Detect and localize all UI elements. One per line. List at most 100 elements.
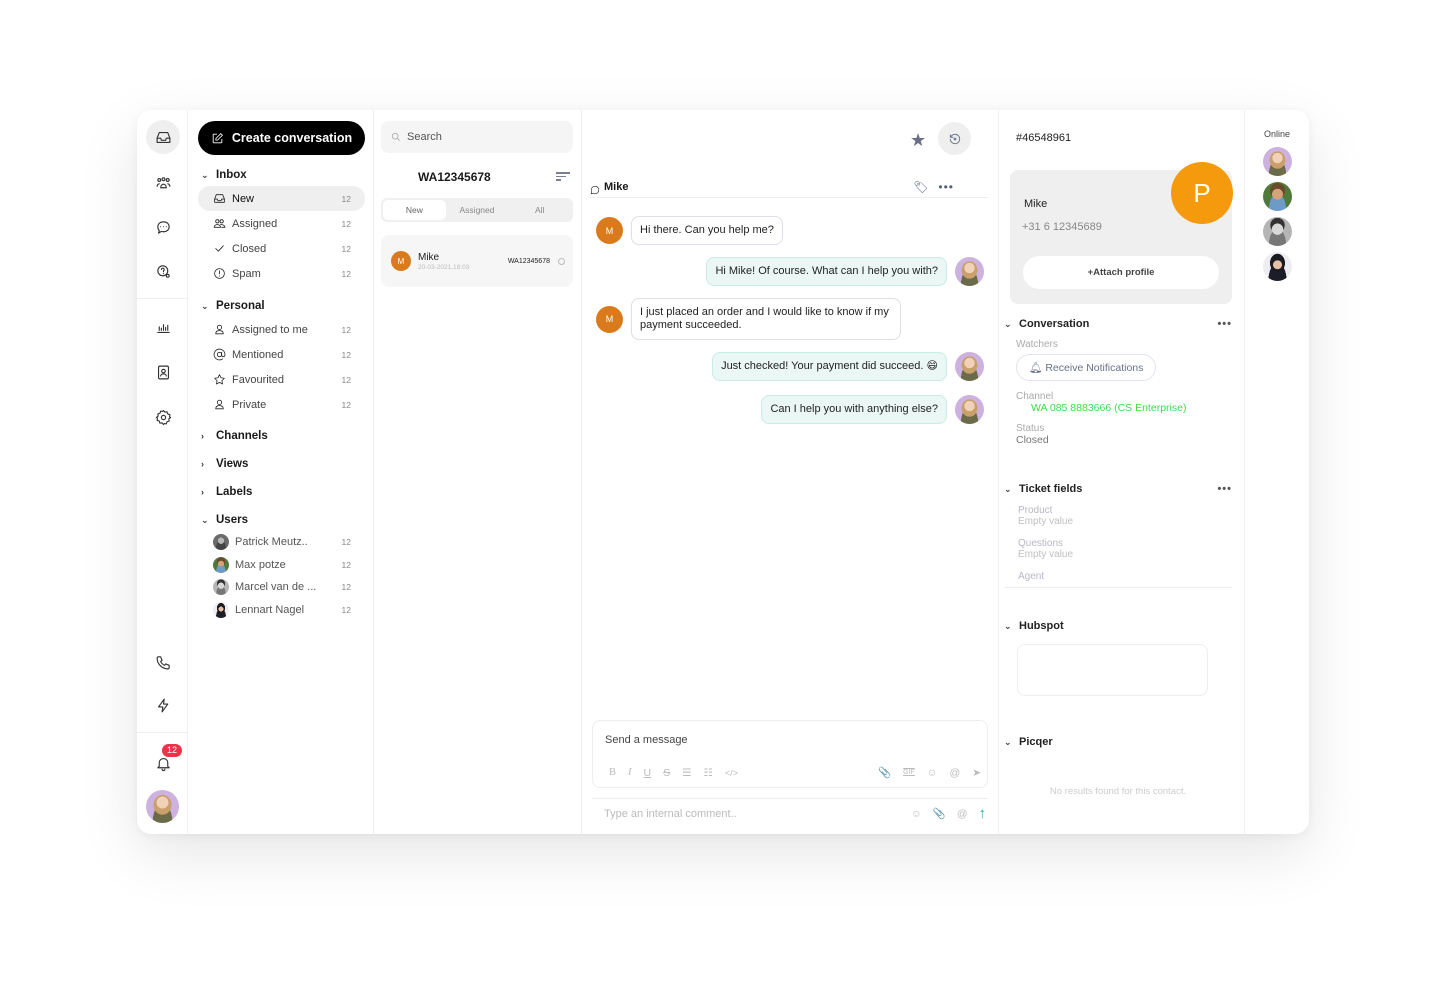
sort-icon[interactable] xyxy=(556,172,570,182)
conversation-header[interactable]: ⌄ Conversation ••• xyxy=(1004,316,1232,332)
users-icon xyxy=(212,217,226,231)
tab-all[interactable]: All xyxy=(508,200,571,220)
mention-icon[interactable]: @ xyxy=(957,808,968,820)
app-window: 12 Create conversation ⌄ Inbox New 12 As… xyxy=(137,110,1309,834)
code-icon[interactable]: </> xyxy=(725,768,738,778)
users-header[interactable]: ⌄ Users xyxy=(198,509,365,531)
online-user-avatar[interactable] xyxy=(1262,252,1292,281)
sidebar-item-favourited[interactable]: Favourited 12 xyxy=(198,367,365,392)
sidebar-item-closed[interactable]: Closed 12 xyxy=(198,236,365,261)
chevron-down-icon: ⌄ xyxy=(1004,483,1012,494)
help-settings-icon[interactable] xyxy=(146,254,180,288)
reports-icon[interactable] xyxy=(146,310,180,344)
create-conversation-label: Create conversation xyxy=(231,131,353,145)
online-user-avatar[interactable] xyxy=(1262,147,1292,176)
field-label: Agent xyxy=(1018,571,1045,582)
online-user-avatar[interactable] xyxy=(1262,182,1292,211)
views-section: › Views xyxy=(198,453,365,475)
user-count: 12 xyxy=(341,582,351,593)
mention-icon[interactable]: @ xyxy=(950,767,961,779)
inbox-icon[interactable] xyxy=(146,120,180,154)
sidebar: Create conversation ⌄ Inbox New 12 Assig… xyxy=(188,110,374,834)
channels-header[interactable]: › Channels xyxy=(198,425,365,447)
numbered-list-icon[interactable]: ☷ xyxy=(704,767,713,779)
message-input[interactable]: Send a message xyxy=(593,721,987,746)
history-button[interactable] xyxy=(938,122,971,155)
user-avatar xyxy=(213,556,229,573)
internal-comment-input[interactable]: Type an internal comment.. xyxy=(604,808,911,820)
attachment-icon[interactable]: 📎 xyxy=(878,766,891,779)
sms-icon[interactable] xyxy=(146,210,180,244)
attach-profile-button[interactable]: +Attach profile xyxy=(1023,256,1219,289)
sidebar-item-new[interactable]: New 12 xyxy=(198,186,365,211)
message-incoming: M I just placed an order and I would lik… xyxy=(596,298,901,340)
conversation-name: Mike xyxy=(418,251,440,263)
more-options-icon[interactable]: ••• xyxy=(1217,483,1232,495)
sidebar-user-item[interactable]: Patrick Meutz.. 12 xyxy=(198,531,365,554)
inbox-section: ⌄ Inbox New 12 Assigned 12 Closed 12 Spa… xyxy=(198,164,365,286)
ticket-fields-header[interactable]: ⌄ Ticket fields ••• xyxy=(1004,481,1232,497)
more-options-icon[interactable]: ••• xyxy=(1217,318,1232,330)
receive-notifications-button[interactable]: 🔔︎ Receive Notifications xyxy=(1016,354,1157,381)
star-icon[interactable]: ★ xyxy=(910,130,926,151)
field-value[interactable]: Empty value xyxy=(1018,516,1232,527)
send-comment-icon[interactable]: ↑ xyxy=(979,805,987,822)
sidebar-item-assigned[interactable]: Assigned 12 xyxy=(198,211,365,236)
emoji-icon[interactable]: ☺ xyxy=(927,767,938,779)
team-icon[interactable] xyxy=(146,166,180,200)
underline-icon[interactable]: U xyxy=(644,767,652,779)
emoji-icon[interactable]: ☺ xyxy=(911,808,922,820)
settings-icon[interactable] xyxy=(146,400,180,434)
chat-contact-name: Mike xyxy=(604,180,629,193)
automation-icon[interactable] xyxy=(146,688,180,722)
conversation-item[interactable]: M Mike 20-03-2021,18:03 WA12345678 xyxy=(381,235,573,287)
italic-icon[interactable]: I xyxy=(628,767,632,778)
picqer-header[interactable]: ⌄ Picqer xyxy=(1004,734,1232,750)
sidebar-item-mentioned[interactable]: Mentioned 12 xyxy=(198,342,365,367)
agent-avatar xyxy=(955,395,984,424)
sidebar-user-item[interactable]: Lennart Nagel 12 xyxy=(198,599,365,622)
tag-icon[interactable]: 🏷 xyxy=(913,180,928,194)
more-options-icon[interactable]: ••• xyxy=(938,180,954,194)
hubspot-header[interactable]: ⌄ Hubspot xyxy=(1004,618,1232,634)
channel-value[interactable]: WA 085 8883666 (CS Enterprise) xyxy=(1016,402,1232,414)
message-composer[interactable]: Send a message B I U S ☰ ☷ </> 📎 GIF ☺ @… xyxy=(592,720,988,788)
user-avatar xyxy=(213,601,229,618)
sidebar-item-assigned-to-me[interactable]: Assigned to me 12 xyxy=(198,317,365,342)
contacts-icon[interactable] xyxy=(146,355,180,389)
search-input[interactable]: Search xyxy=(381,121,573,153)
bold-icon[interactable]: B xyxy=(609,767,616,778)
status-value: Closed xyxy=(1016,434,1049,446)
sidebar-user-item[interactable]: Max potze 12 xyxy=(198,554,365,577)
conversation-section: ⌄ Conversation ••• Watchers 🔔︎ Receive N… xyxy=(1004,316,1232,446)
labels-header[interactable]: › Labels xyxy=(198,481,365,503)
ticket-field-list: Product Empty value Questions Empty valu… xyxy=(1004,505,1232,582)
inbox-header[interactable]: ⌄ Inbox xyxy=(198,164,365,186)
sidebar-item-spam[interactable]: Spam 12 xyxy=(198,261,365,286)
profile-avatar[interactable] xyxy=(146,790,179,823)
contact-avatar: M xyxy=(596,305,623,333)
contact-card: P Mike +31 6 12345689 +Attach profile xyxy=(1010,162,1233,304)
phone-icon[interactable] xyxy=(146,645,180,679)
user-count: 12 xyxy=(341,559,351,570)
message-incoming: M Hi there. Can you help me? xyxy=(596,216,783,245)
gif-icon[interactable]: GIF xyxy=(903,769,915,776)
send-icon[interactable]: ➤ xyxy=(972,767,981,779)
sidebar-item-private[interactable]: Private 12 xyxy=(198,392,365,417)
attachment-icon[interactable]: 📎 xyxy=(933,807,946,820)
create-conversation-button[interactable]: Create conversation xyxy=(198,121,365,155)
tab-new[interactable]: New xyxy=(383,200,446,220)
contact-avatar: M xyxy=(596,217,623,244)
chevron-right-icon: › xyxy=(201,459,204,469)
bullet-list-icon[interactable]: ☰ xyxy=(682,767,691,779)
online-user-avatar[interactable] xyxy=(1262,217,1292,246)
sidebar-user-item[interactable]: Marcel van de ... 12 xyxy=(198,576,365,599)
field-value[interactable]: Empty value xyxy=(1018,549,1232,560)
conversation-date: 20-03-2021,18:03 xyxy=(418,263,470,271)
strikethrough-icon[interactable]: S xyxy=(663,767,670,779)
tab-assigned[interactable]: Assigned xyxy=(446,200,509,220)
views-header[interactable]: › Views xyxy=(198,453,365,475)
personal-header[interactable]: ⌄ Personal xyxy=(198,295,365,317)
user-name: Max potze xyxy=(235,558,286,571)
chat-header: Mike 🏷 ••• xyxy=(590,176,988,198)
